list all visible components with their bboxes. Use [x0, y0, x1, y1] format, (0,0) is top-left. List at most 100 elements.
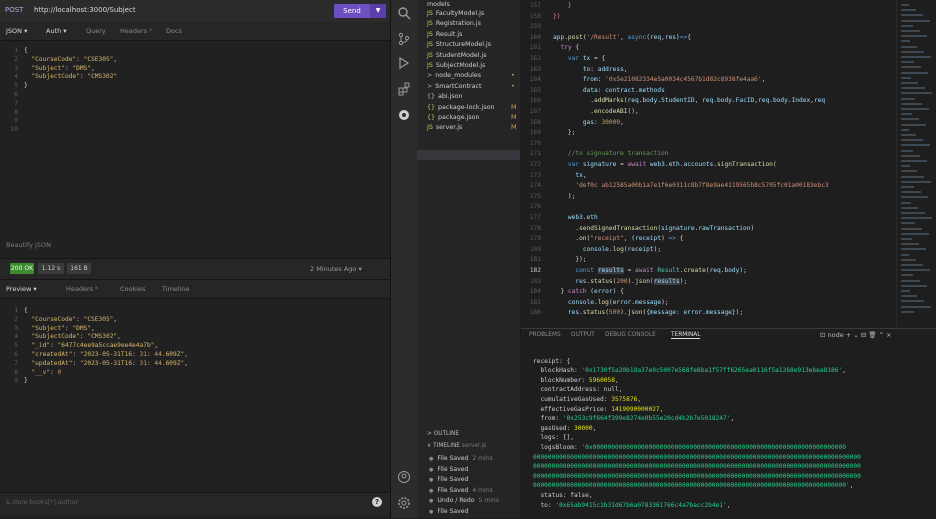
- minimap-line: [901, 196, 928, 199]
- response-history-dropdown[interactable]: 2 Minutes Ago ▾: [310, 265, 362, 273]
- request-body-editor[interactable]: 1 {2 "CourseCode": "CSE305", 3 "Subject": …: [0, 41, 390, 231]
- outline-section[interactable]: > OUTLINE: [427, 431, 459, 437]
- tab-output[interactable]: OUTPUT: [571, 332, 595, 338]
- beautify-json-button[interactable]: Beautify JSON: [6, 241, 51, 249]
- explorer-file-item[interactable]: JS StudentModel.js: [427, 52, 487, 59]
- minimap-line: [901, 108, 929, 110]
- explorer-file-item[interactable]: JS server.js M: [427, 124, 516, 132]
- code-line: "createdAt": "2023-05-31T16: 31: 44.609Z…: [31, 351, 188, 358]
- timeline-section[interactable]: ∨ TIMELINE server.js: [427, 443, 486, 449]
- run-debug-icon[interactable]: [396, 56, 412, 72]
- js-file-icon: JS: [427, 20, 433, 28]
- code-line: "Subject": "DMS",: [31, 324, 95, 332]
- terminal-line: logs: [],: [533, 434, 574, 442]
- tab-timeline[interactable]: Timeline: [162, 285, 190, 293]
- json-file-icon: {}: [427, 114, 436, 121]
- explorer-file-item[interactable]: JS StructureModel.js: [427, 41, 491, 48]
- minimap-line: [901, 82, 918, 84]
- file-label: StudentModel.js: [435, 51, 487, 59]
- line-number: 8: [14, 108, 18, 116]
- tab-response-headers[interactable]: Headers ⁸: [66, 285, 98, 293]
- timeline-label: File Saved: [437, 507, 469, 515]
- line-number: 163: [529, 65, 541, 73]
- line-number: 6: [14, 351, 18, 358]
- source-control-icon[interactable]: [396, 32, 412, 48]
- search-icon[interactable]: [396, 6, 412, 22]
- explorer-file-item[interactable]: > node_modules •: [427, 72, 515, 79]
- explorer-file-item[interactable]: JS Result.js: [427, 31, 462, 38]
- line-number: 177: [529, 214, 541, 221]
- explorer-file-item[interactable]: {} package.json M: [427, 114, 516, 121]
- minimap-line: [901, 238, 912, 240]
- code-line: try {: [560, 44, 580, 52]
- line-number: 9: [14, 117, 18, 125]
- code-editor[interactable]: 157 } 158}) 159 160 app.post('/Result', asyn…: [521, 0, 896, 328]
- explorer-file-item[interactable]: JS SubjectModel.js: [427, 62, 485, 69]
- line-number: 2: [14, 55, 18, 63]
- js-file-icon: JS: [427, 30, 433, 38]
- send-button[interactable]: Send: [334, 4, 370, 18]
- settings-icon[interactable]: [396, 496, 412, 512]
- minimap[interactable]: [896, 0, 936, 328]
- timeline-item[interactable]: ● File Saved 4 mins: [429, 487, 493, 494]
- tab-problems[interactable]: PROBLEMS: [529, 332, 561, 338]
- response-filter-input[interactable]: $.store.books[*].author: [6, 499, 78, 506]
- timeline-item[interactable]: ● File Saved: [429, 508, 468, 515]
- line-number: 165: [529, 86, 541, 94]
- line-number: 162: [529, 55, 541, 62]
- timeline-item[interactable]: ● File Saved 2 mins: [429, 455, 493, 462]
- extensions-icon[interactable]: [396, 82, 412, 98]
- explorer-folder-models[interactable]: models: [427, 1, 450, 8]
- timeline-item[interactable]: ● File Saved: [429, 466, 468, 473]
- code-line: .on("receipt", (receipt) => {: [553, 235, 684, 243]
- terminal-line: 0000000000000000000000000000000000000000…: [533, 463, 861, 471]
- tab-debug-console[interactable]: DEBUG CONSOLE: [605, 332, 656, 338]
- send-dropdown-button[interactable]: ▼: [370, 4, 386, 18]
- code-line: console.log(receipt);: [582, 245, 662, 253]
- terminal-output[interactable]: receipt: { blockHash: '0x1730f5a20b18a37…: [521, 348, 936, 518]
- code-line: .addMarks(req.body.StudentID, req.body.F…: [553, 97, 826, 105]
- request-url-input[interactable]: http://localhost:3000/Subject: [34, 6, 324, 14]
- request-tabs: JSON ▾ Auth ▾ Query Headers ⁵ Docs: [0, 22, 390, 41]
- panel-actions[interactable]: ⊡ node + ⌄ ⊟ 🗑 ⌃ ×: [820, 331, 892, 339]
- tab-json-body[interactable]: JSON ▾: [6, 27, 27, 35]
- line-number: 160: [529, 33, 541, 41]
- explorer-file-item[interactable]: {} package-lock.json M: [427, 104, 516, 111]
- explorer-file-item[interactable]: JS FacultyModel.js: [427, 10, 484, 17]
- remote-icon[interactable]: [396, 108, 412, 124]
- tab-terminal[interactable]: TERMINAL: [671, 332, 701, 339]
- tab-auth[interactable]: Auth ▾: [46, 27, 67, 35]
- terminal-line: blockHash: '0x1730f5a20b18a37e0c5007e568…: [533, 367, 846, 375]
- minimap-line: [901, 274, 913, 277]
- minimap-line: [901, 243, 919, 246]
- code-line: {: [24, 47, 28, 54]
- timeline-item[interactable]: ● Undo / Redo 5 mins: [429, 497, 499, 504]
- timeline-label: File Saved: [437, 486, 469, 494]
- js-file-icon: JS: [427, 62, 433, 69]
- tab-headers[interactable]: Headers ⁵: [120, 27, 152, 35]
- timeline-file: server.js: [461, 443, 487, 449]
- account-icon[interactable]: [396, 470, 412, 486]
- tab-query[interactable]: Query: [86, 27, 106, 35]
- explorer-file-item[interactable]: {} abi.json: [427, 93, 463, 100]
- tab-cookies[interactable]: Cookies: [120, 285, 145, 293]
- minimap-line: [901, 97, 915, 100]
- code-line: res.status(200).json(results);: [575, 277, 688, 285]
- timeline-time: 2 mins: [472, 455, 493, 462]
- code-line: };: [553, 129, 576, 137]
- minimap-line: [901, 227, 922, 230]
- line-number: 170: [529, 139, 541, 147]
- minimap-line: [901, 71, 928, 74]
- file-label: FacultyModel.js: [435, 10, 485, 17]
- explorer-file-item[interactable]: JS Registration.js: [427, 20, 481, 27]
- line-number: 8: [14, 368, 18, 376]
- tab-docs[interactable]: Docs: [166, 27, 182, 35]
- minimap-line: [901, 87, 925, 90]
- timeline-item[interactable]: ● File Saved: [429, 476, 468, 483]
- help-icon[interactable]: ?: [372, 497, 382, 507]
- explorer-file-item[interactable]: > SmartContract •: [427, 83, 515, 90]
- http-method-select[interactable]: POST: [5, 6, 23, 14]
- file-label: server.js: [435, 124, 463, 132]
- tab-preview[interactable]: Preview ▾: [6, 285, 37, 293]
- line-number: 173: [529, 171, 541, 179]
